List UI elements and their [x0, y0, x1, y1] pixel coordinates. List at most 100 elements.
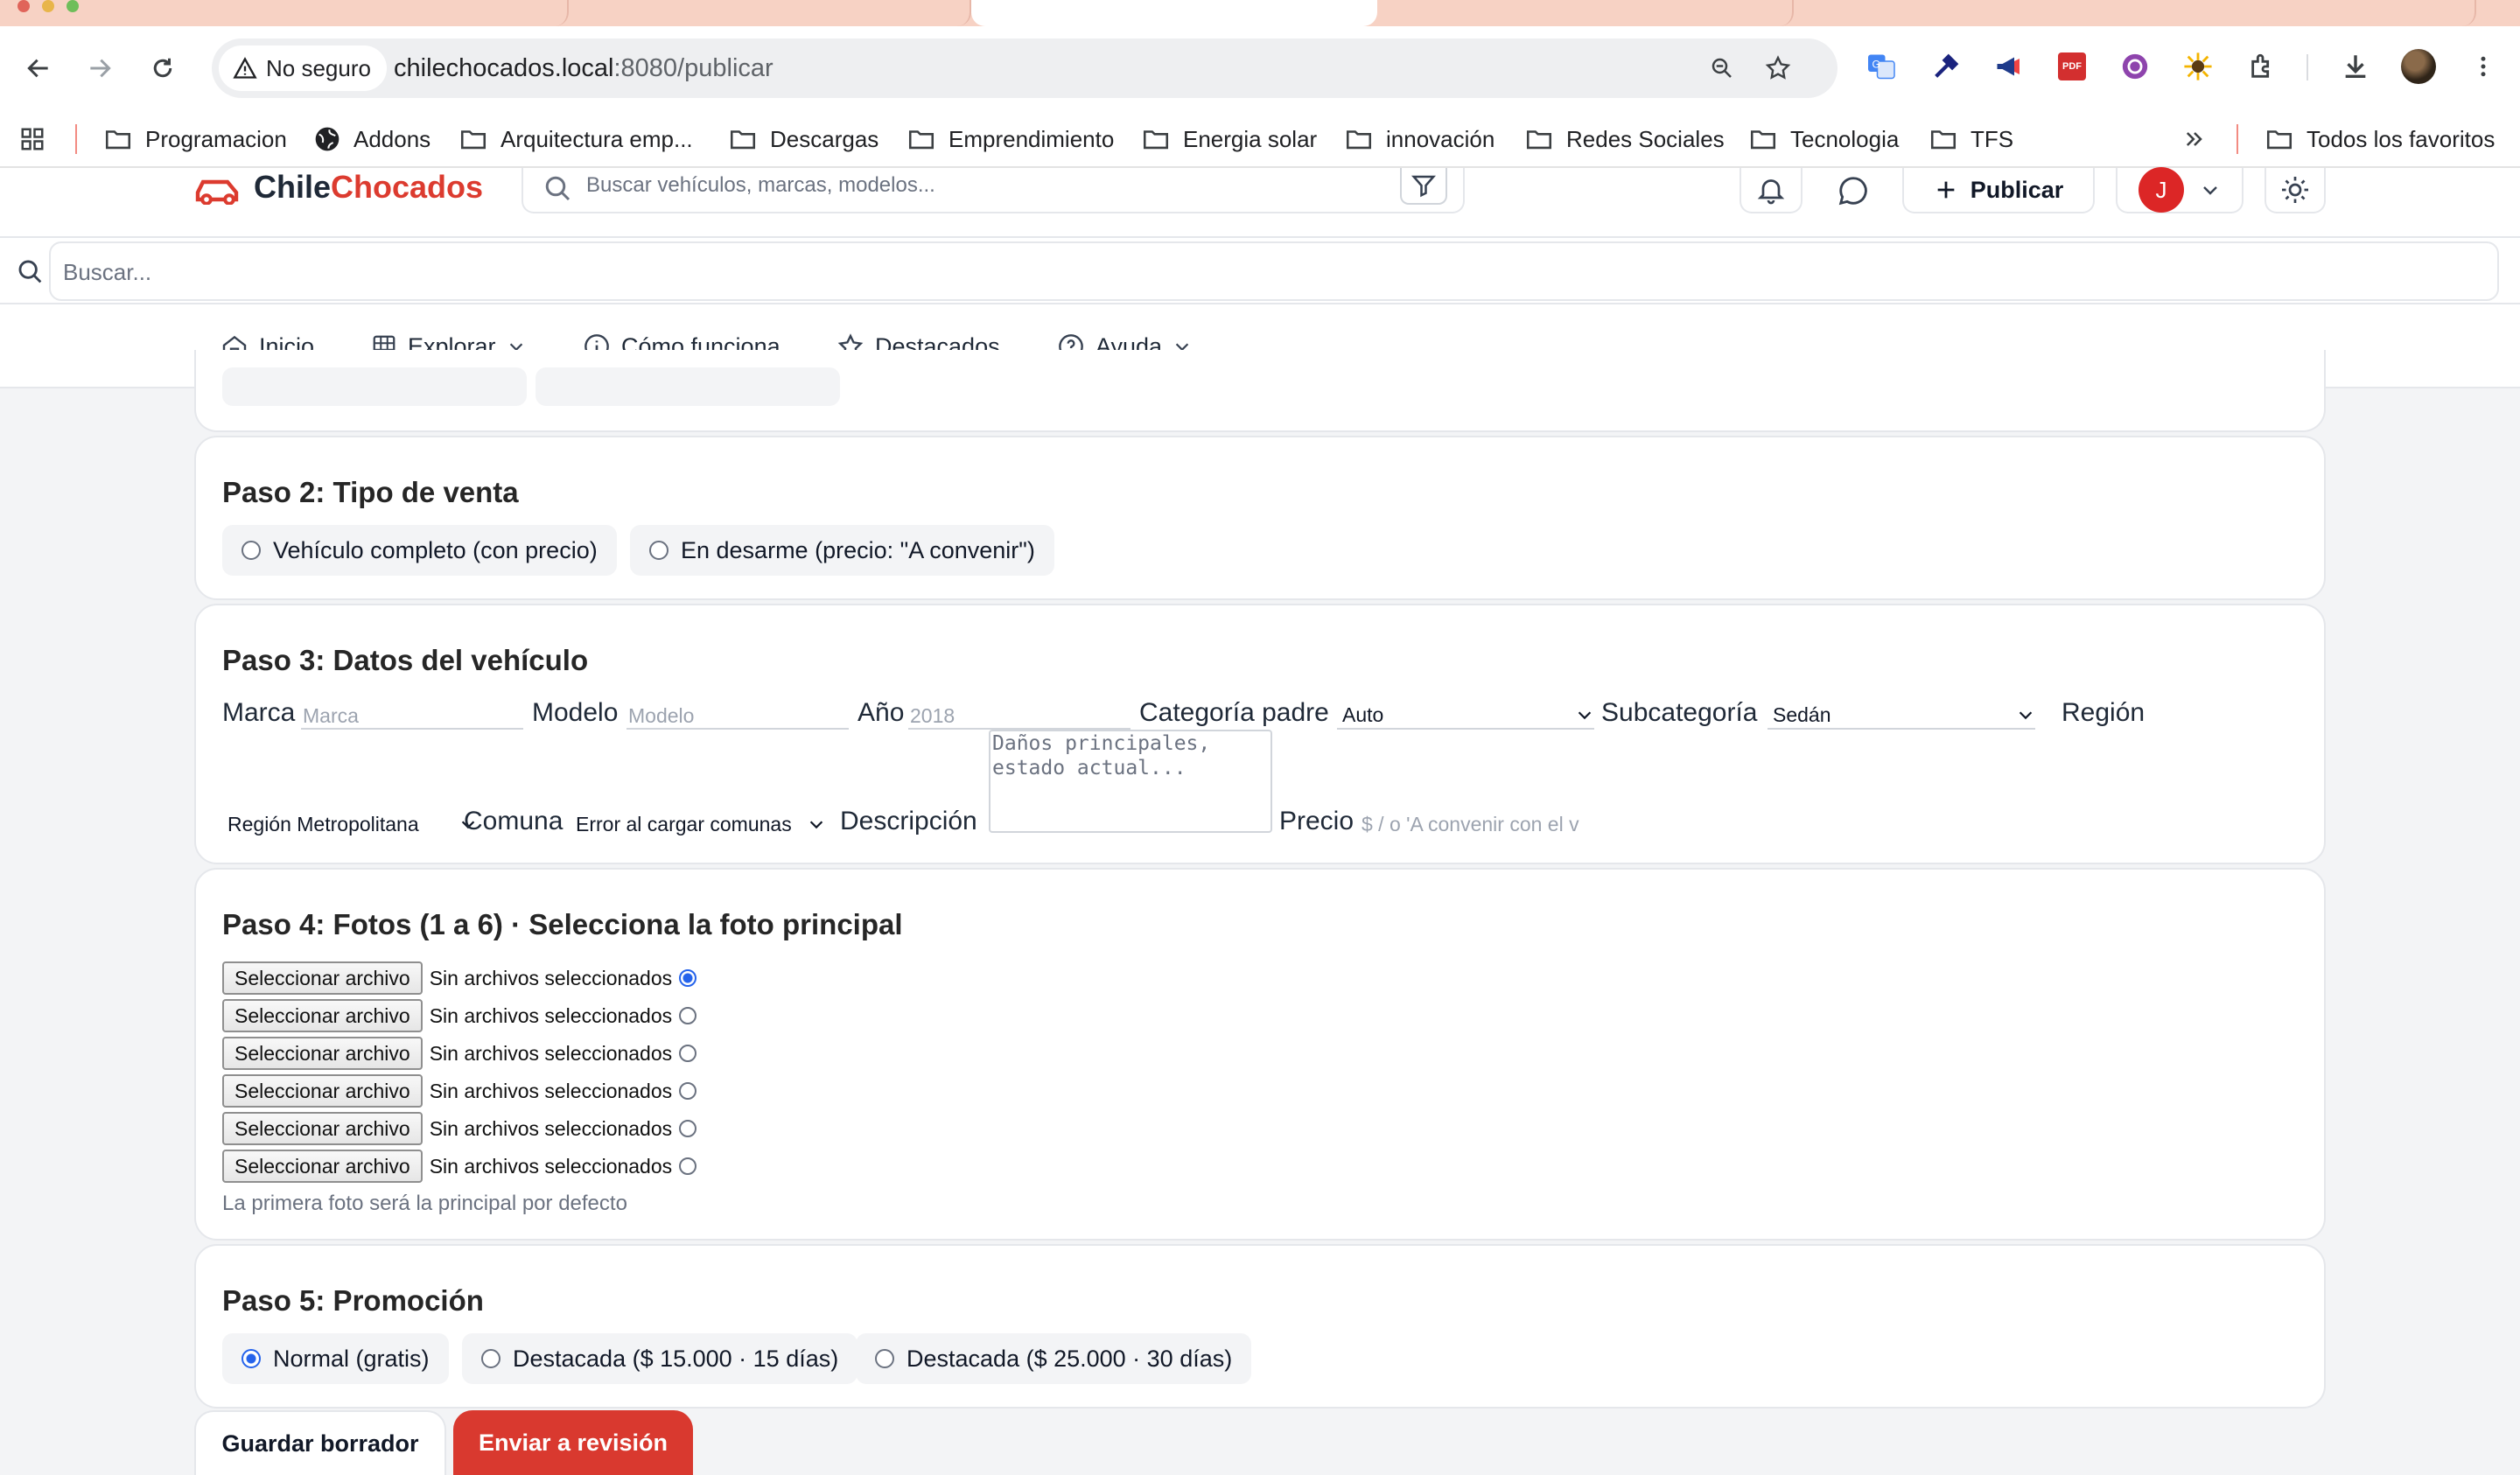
- sale-type-complete-option[interactable]: Vehículo completo (con precio): [222, 525, 617, 576]
- main-photo-radio[interactable]: [679, 1120, 697, 1137]
- theme-toggle-button[interactable]: [2264, 168, 2326, 213]
- no-file-text: Sin archivos seleccionados: [429, 1003, 673, 1027]
- security-chip[interactable]: No seguro: [219, 45, 387, 91]
- browser-tab[interactable]: [1794, 0, 2476, 26]
- bookmark-programacion[interactable]: Programacion: [103, 110, 287, 168]
- all-bookmarks[interactable]: Todos los favoritos: [2264, 110, 2495, 168]
- step1-option-partial[interactable]: [536, 367, 840, 406]
- main-photo-radio[interactable]: [679, 969, 697, 987]
- zoom-button[interactable]: [1704, 51, 1740, 86]
- starburst-icon: [2184, 52, 2212, 80]
- globe-icon: [315, 127, 340, 151]
- marca-label: Marca: [222, 698, 296, 727]
- eyedropper-extension[interactable]: [1928, 49, 1964, 84]
- sale-type-parts-label: En desarme (precio: "A convenir"): [681, 536, 1035, 563]
- subcategoria-label: Subcategoría: [1601, 698, 1758, 727]
- select-file-button[interactable]: Seleccionar archivo: [222, 1074, 423, 1108]
- site-logo[interactable]: ChileChocados: [194, 169, 483, 205]
- promo-15-radio[interactable]: [481, 1349, 500, 1368]
- sun-extension[interactable]: [2180, 49, 2216, 84]
- close-window-dot[interactable]: [18, 0, 30, 12]
- main-photo-radio[interactable]: [679, 1007, 697, 1024]
- messages-button[interactable]: [1825, 168, 1881, 213]
- downloads-button[interactable]: [2338, 49, 2373, 84]
- extensions-button[interactable]: [2245, 49, 2280, 84]
- marca-input[interactable]: Marca: [301, 702, 523, 730]
- bookmark-energia-solar[interactable]: Energia solar: [1141, 110, 1317, 168]
- bookmark-tfs[interactable]: TFS: [1928, 110, 2013, 168]
- anio-input[interactable]: 2018: [908, 702, 1130, 730]
- folder-icon: [730, 130, 756, 150]
- user-menu-button[interactable]: J: [2116, 167, 2244, 213]
- promo-normal-radio[interactable]: [242, 1349, 261, 1368]
- url-path: :8080/publicar: [613, 54, 774, 82]
- main-photo-radio[interactable]: [679, 1082, 697, 1100]
- bookmark-star-button[interactable]: [1760, 51, 1796, 86]
- select-file-button[interactable]: Seleccionar archivo: [222, 1112, 423, 1145]
- subcategoria-select[interactable]: Sedán: [1768, 702, 2035, 730]
- apps-button[interactable]: [19, 110, 46, 168]
- search-icon: [18, 260, 42, 283]
- notifications-button[interactable]: [1740, 168, 1802, 213]
- bookmark-label: Tecnologia: [1790, 125, 1900, 152]
- profile-button[interactable]: [2401, 49, 2436, 84]
- browser-tab[interactable]: [1377, 0, 1794, 26]
- browser-menu-button[interactable]: [2466, 49, 2501, 84]
- sale-type-parts-option[interactable]: En desarme (precio: "A convenir"): [630, 525, 1054, 576]
- select-file-button[interactable]: Seleccionar archivo: [222, 961, 423, 995]
- modelo-label: Modelo: [532, 698, 619, 727]
- main-photo-radio[interactable]: [679, 1157, 697, 1175]
- browser-tab[interactable]: [569, 0, 971, 26]
- categoria-label: Categoría padre: [1139, 698, 1329, 727]
- minimize-window-dot[interactable]: [42, 0, 54, 12]
- categoria-select[interactable]: Auto: [1337, 702, 1594, 730]
- descripcion-textarea[interactable]: Daños principales, estado actual...: [989, 730, 1272, 833]
- region-select[interactable]: Región Metropolitana: [222, 810, 478, 838]
- promo-30-radio[interactable]: [875, 1349, 894, 1368]
- select-file-button[interactable]: Seleccionar archivo: [222, 999, 423, 1032]
- announce-extension[interactable]: [1992, 49, 2026, 84]
- comuna-select[interactable]: Error al cargar comunas: [570, 810, 826, 838]
- bookmark-arquitectura[interactable]: Arquitectura emp...: [458, 110, 693, 168]
- logo-text-chile: Chile: [254, 169, 332, 205]
- bookmark-label: Addons: [354, 125, 431, 152]
- pdf-extension[interactable]: PDF: [2054, 49, 2090, 84]
- bookmark-innovacion[interactable]: innovación: [1344, 110, 1494, 168]
- select-file-button[interactable]: Seleccionar archivo: [222, 1150, 423, 1183]
- bookmark-redes-sociales[interactable]: Redes Sociales: [1524, 110, 1725, 168]
- step1-option-partial[interactable]: [222, 367, 527, 406]
- select-file-button[interactable]: Seleccionar archivo: [222, 1037, 423, 1070]
- bookmark-tecnologia[interactable]: Tecnologia: [1748, 110, 1899, 168]
- publish-button[interactable]: Publicar: [1902, 168, 2095, 213]
- bookmark-descargas[interactable]: Descargas: [728, 110, 878, 168]
- sale-type-parts-radio[interactable]: [649, 541, 668, 560]
- save-draft-button[interactable]: Guardar borrador: [194, 1410, 446, 1475]
- url-host: chilechocados.local: [394, 54, 614, 82]
- address-bar[interactable]: No seguro chilechocados.local:8080/publi…: [212, 38, 1838, 98]
- vehicle-search-input[interactable]: Buscar vehículos, marcas, modelos...: [522, 168, 1465, 213]
- promo-15-option[interactable]: Destacada ($ 15.000 · 15 días): [462, 1333, 858, 1384]
- browser-tab-active[interactable]: [971, 0, 1377, 26]
- precio-input[interactable]: $ / o 'A convenir con el v: [1360, 810, 1584, 838]
- forward-button[interactable]: [74, 42, 126, 94]
- bookmark-emprendimiento[interactable]: Emprendimiento: [906, 110, 1114, 168]
- reload-button[interactable]: [136, 42, 189, 94]
- chevron-down-icon: [809, 821, 823, 829]
- main-photo-radio[interactable]: [679, 1045, 697, 1062]
- translate-extension[interactable]: G: [1864, 49, 1899, 84]
- promo-normal-option[interactable]: Normal (gratis): [222, 1333, 449, 1384]
- purple-extension[interactable]: [2118, 49, 2152, 84]
- secondary-search-input[interactable]: Buscar...: [49, 241, 2499, 301]
- more-bookmarks-button[interactable]: [2182, 110, 2207, 168]
- bookmark-addons[interactable]: Addons: [313, 110, 430, 168]
- filter-button[interactable]: [1400, 168, 1447, 205]
- promo-30-option[interactable]: Destacada ($ 25.000 · 30 días): [856, 1333, 1252, 1384]
- submit-review-button[interactable]: Enviar a revisión: [453, 1410, 693, 1475]
- eyedropper-icon: [1935, 53, 1959, 78]
- modelo-input[interactable]: Modelo: [626, 702, 849, 730]
- back-button[interactable]: [12, 42, 65, 94]
- sale-type-complete-radio[interactable]: [242, 541, 261, 560]
- browser-tab[interactable]: [149, 0, 569, 26]
- url-text[interactable]: chilechocados.local:8080/publicar: [394, 38, 774, 98]
- zoom-window-dot[interactable]: [66, 0, 79, 12]
